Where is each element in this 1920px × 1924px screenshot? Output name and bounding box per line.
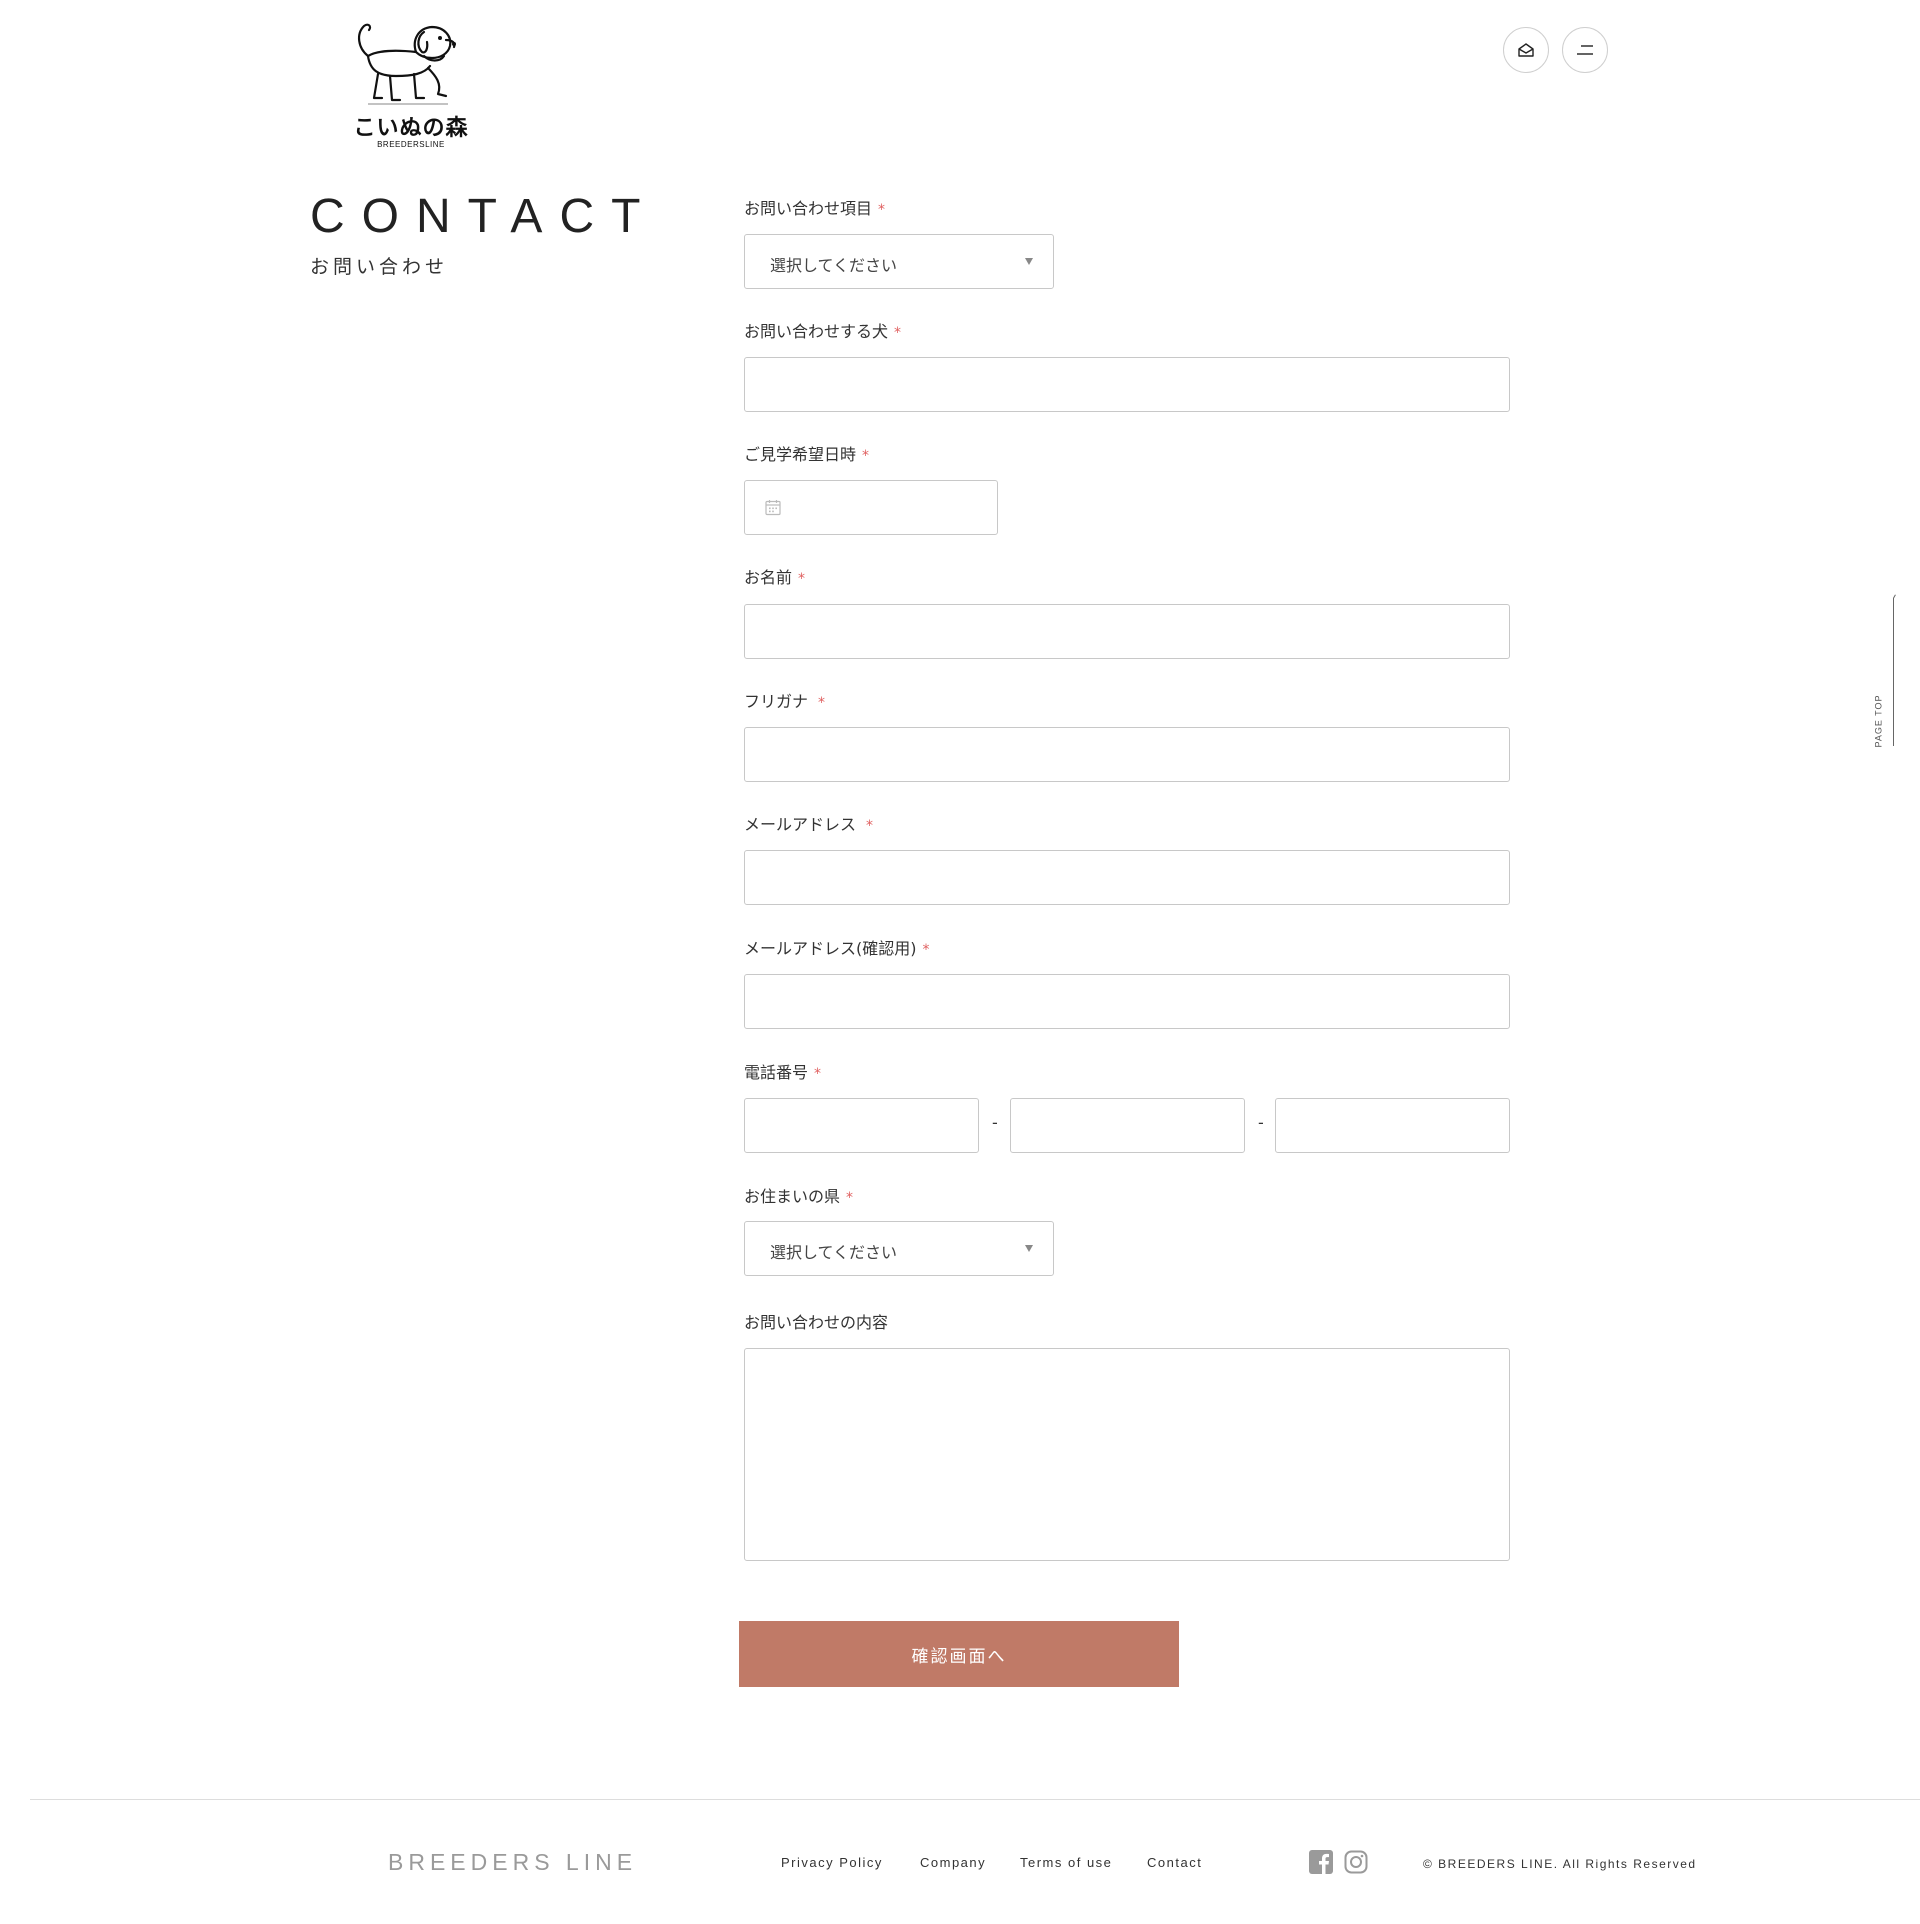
required-mark: * — [818, 695, 826, 711]
page-heading: CONTACT お問い合わせ — [310, 188, 657, 279]
email-confirm-label: メールアドレス(確認用) * — [744, 935, 930, 959]
message-label: お問い合わせの内容 — [744, 1309, 888, 1333]
required-mark: * — [798, 571, 806, 587]
prefecture-selected: 選択してください — [770, 1243, 898, 1262]
email-label: メールアドレス * — [744, 811, 873, 835]
name-label-text: お名前 — [744, 568, 793, 587]
footer-brand[interactable]: BREEDERS LINE — [388, 1849, 637, 1876]
copyright-text: © BREEDERS LINE. All Rights Reserved — [1423, 1857, 1697, 1871]
menu-button[interactable] — [1562, 27, 1608, 73]
logo-subtext: BREEDERSLINE — [377, 140, 445, 149]
facebook-link[interactable] — [1309, 1850, 1333, 1874]
required-mark: * — [894, 325, 902, 341]
prefecture-label-text: お住まいの県 — [744, 1187, 841, 1206]
facebook-icon — [1309, 1850, 1333, 1874]
page-top-label: PAGE TOP — [1873, 694, 1884, 748]
email-confirm-label-text: メールアドレス(確認用) — [744, 939, 917, 958]
inquiry-type-label: お問い合わせ項目 * — [744, 195, 885, 219]
phone-separator: - — [992, 1113, 998, 1132]
phone-separator: - — [1258, 1113, 1264, 1132]
confirm-button[interactable]: 確認画面へ — [739, 1621, 1179, 1687]
phone-part-3-input[interactable] — [1275, 1098, 1510, 1153]
dog-label: お問い合わせする犬 * — [744, 318, 901, 342]
prefecture-label: お住まいの県 * — [744, 1183, 853, 1207]
email-confirm-input[interactable] — [744, 974, 1510, 1029]
calendar-icon — [765, 500, 781, 516]
furigana-label: フリガナ * — [744, 688, 825, 712]
logo-text: こいぬの森 — [353, 116, 469, 141]
email-label-text: メールアドレス — [744, 815, 857, 834]
page-title: CONTACT — [310, 190, 658, 243]
inquiry-type-select[interactable]: 選択してください — [744, 234, 1054, 289]
footer-link-company[interactable]: Company — [920, 1855, 986, 1870]
phone-label: 電話番号 * — [744, 1059, 821, 1083]
required-mark: * — [922, 942, 930, 958]
required-mark: * — [814, 1066, 822, 1082]
page-top-line — [1893, 598, 1894, 746]
footer-link-terms[interactable]: Terms of use — [1020, 1855, 1112, 1870]
phone-part-2-input[interactable] — [1010, 1098, 1245, 1153]
site-logo[interactable]: こいぬの森 BREEDERSLINE — [338, 18, 484, 156]
instagram-icon — [1344, 1850, 1368, 1874]
menu-icon — [1577, 45, 1593, 55]
phone-part-1-input[interactable] — [744, 1098, 979, 1153]
page-top-button[interactable]: PAGE TOP — [1873, 594, 1896, 748]
required-mark: * — [866, 818, 874, 834]
required-mark: * — [862, 448, 870, 464]
name-input[interactable] — [744, 604, 1510, 659]
dropdown-arrow-icon — [1025, 258, 1033, 265]
furigana-label-text: フリガナ — [744, 692, 809, 711]
dropdown-arrow-icon — [1025, 1245, 1033, 1252]
visit-date-label-text: ご見学希望日時 — [744, 445, 857, 464]
inquiry-type-label-text: お問い合わせ項目 — [744, 199, 873, 218]
mail-open-icon — [1518, 43, 1534, 57]
page-subtitle: お問い合わせ — [310, 256, 449, 278]
message-textarea[interactable] — [744, 1348, 1510, 1561]
visit-date-picker[interactable] — [744, 480, 998, 535]
visit-date-label: ご見学希望日時 * — [744, 441, 869, 465]
dog-input[interactable] — [744, 357, 1510, 412]
phone-label-text: 電話番号 — [744, 1063, 809, 1082]
footer-link-privacy-policy[interactable]: Privacy Policy — [781, 1855, 883, 1870]
footer-divider — [30, 1799, 1920, 1800]
page-top-arrow-icon — [1893, 594, 1896, 599]
prefecture-select[interactable]: 選択してください — [744, 1221, 1054, 1276]
furigana-input[interactable] — [744, 727, 1510, 782]
dog-label-text: お問い合わせする犬 — [744, 322, 889, 341]
message-label-text: お問い合わせの内容 — [744, 1313, 889, 1332]
mail-button[interactable] — [1503, 27, 1549, 73]
dog-logo-illustration — [358, 23, 456, 105]
instagram-link[interactable] — [1344, 1850, 1368, 1874]
inquiry-type-selected: 選択してください — [770, 256, 898, 275]
email-input[interactable] — [744, 850, 1510, 905]
required-mark: * — [846, 1190, 854, 1206]
required-mark: * — [878, 202, 886, 218]
footer-link-contact[interactable]: Contact — [1147, 1855, 1202, 1870]
name-label: お名前 * — [744, 564, 805, 588]
